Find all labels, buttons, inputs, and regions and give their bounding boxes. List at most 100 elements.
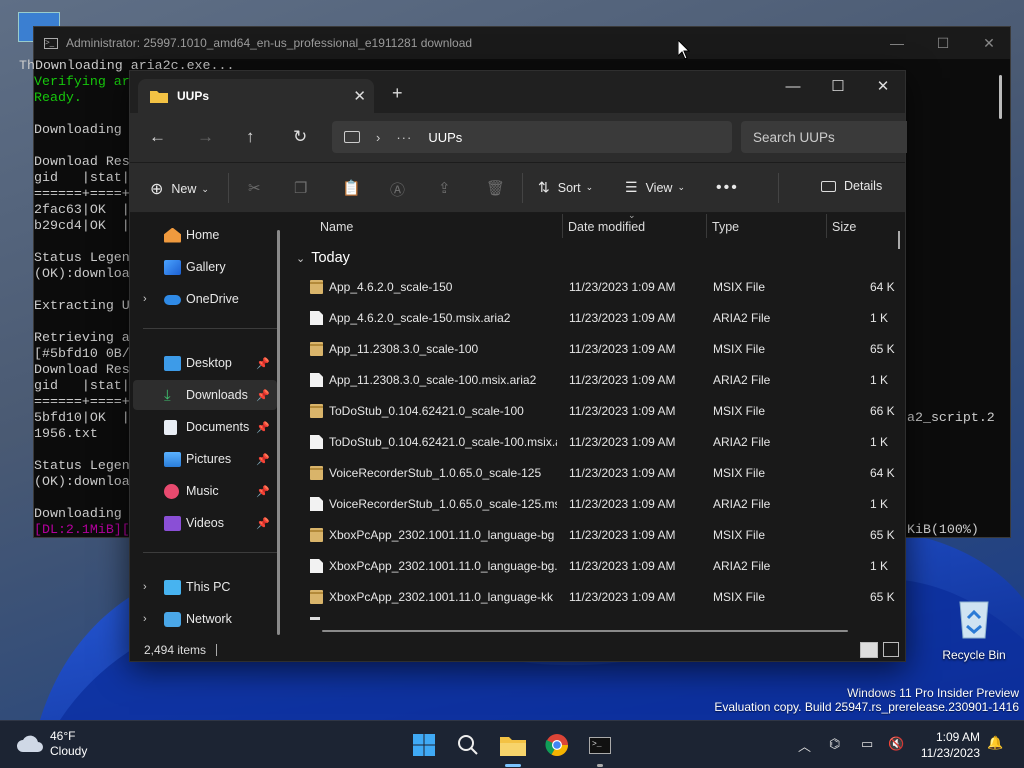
nav-item-documents[interactable]: Documents 📌 [130, 412, 288, 442]
copy-icon[interactable]: ❐ [294, 179, 307, 197]
column-header-date[interactable]: Date modified [568, 220, 645, 234]
column-header-name[interactable]: Name [320, 220, 353, 234]
chevron-right-icon[interactable]: › [143, 293, 147, 305]
file-row[interactable]: VoiceRecorderStub_1.0.65.0_scale-125 11/2… [290, 457, 905, 488]
more-options-icon[interactable]: ••• [716, 179, 739, 197]
delete-icon[interactable]: 🗑 [486, 179, 505, 197]
view-button[interactable]: ☰ View ⌄ [625, 179, 685, 196]
address-bar[interactable]: › ··· UUPs [332, 121, 732, 153]
desktop-folder-icon [164, 355, 181, 371]
volume-muted-icon[interactable]: 🔇 [888, 736, 904, 752]
search-button[interactable] [452, 729, 484, 761]
file-row[interactable]: App_4.6.2.0_scale-150 11/23/2023 1:09 AM M… [290, 271, 905, 302]
up-icon[interactable]: ↑ [246, 127, 255, 147]
terminal-taskbar-button[interactable]: >_ [584, 729, 616, 767]
refresh-icon[interactable]: ↻ [293, 127, 307, 147]
new-button[interactable]: ⊕ New ⌄ [150, 179, 209, 199]
weather-desc: Cloudy [50, 744, 88, 758]
details-button[interactable]: Details [821, 179, 882, 193]
chrome-taskbar-button[interactable] [541, 729, 573, 761]
file-list[interactable]: Name ⌄ Date modified Type Size ⌄ Today A… [290, 210, 905, 637]
navigation-pane[interactable]: Home Gallery › OneDrive Desktop 📌 ⤓ Down… [130, 214, 288, 637]
file-explorer-taskbar-button[interactable] [497, 729, 529, 767]
nav-scrollbar[interactable] [277, 230, 280, 635]
network-off-icon[interactable]: ⌬ [829, 736, 840, 752]
column-header-size[interactable]: Size [832, 220, 856, 234]
breadcrumb-overflow-icon[interactable]: ··· [396, 130, 412, 145]
weather-widget[interactable]: 46°F Cloudy [16, 729, 87, 759]
file-type: MSIX File [713, 342, 766, 356]
file-row[interactable]: App_11.2308.3.0_scale-100.msix.aria2 11/2… [290, 364, 905, 395]
cut-icon[interactable]: ✂ [248, 179, 261, 197]
file-icon [310, 497, 323, 511]
breadcrumb-current[interactable]: UUPs [428, 130, 462, 145]
file-row[interactable]: XboxPcApp_2302.1001.11.0_language-bg 11/2… [290, 519, 905, 550]
horizontal-scrollbar[interactable] [322, 630, 848, 632]
share-icon[interactable]: ⇪ [438, 179, 451, 197]
file-size: 65 K [870, 590, 895, 604]
column-divider[interactable] [706, 214, 707, 238]
terminal-line: Downloading [34, 122, 130, 137]
file-row[interactable]: XboxPcApp_2302.1001.11.0_language-kk 11/2… [290, 581, 905, 612]
nav-item-downloads[interactable]: ⤓ Downloads 📌 [133, 380, 277, 410]
chevron-right-icon[interactable]: › [143, 581, 147, 593]
nav-item-this-pc[interactable]: › This PC [130, 572, 288, 602]
display-icon[interactable]: ▭ [861, 736, 873, 752]
details-view-icon[interactable] [860, 642, 878, 658]
terminal-minimize-button[interactable]: — [874, 27, 920, 59]
new-tab-button[interactable]: + [392, 83, 403, 104]
column-divider[interactable] [826, 214, 827, 238]
command-bar: ⊕ New ⌄ ✂ ❐ 📋 Ⓐ ⇪ 🗑 ⇅ Sort ⌄ ☰ View ⌄ ••… [130, 163, 905, 213]
group-header-today[interactable]: ⌄ Today [296, 250, 350, 266]
file-explorer-window[interactable]: UUPs ✕ + — ☐ ✕ ← → ↑ ↻ › ··· UUPs Search… [129, 70, 907, 662]
paste-icon[interactable]: 📋 [342, 179, 361, 197]
nav-item-gallery[interactable]: Gallery [130, 252, 288, 282]
rename-icon[interactable]: Ⓐ [390, 179, 405, 200]
file-size: 65 K [870, 342, 895, 356]
nav-item-onedrive[interactable]: › OneDrive [130, 284, 288, 314]
file-icon [310, 435, 323, 449]
file-row[interactable]: XboxPcApp_2302.1001.11.0_language-bg....… [290, 550, 905, 581]
column-divider[interactable] [562, 214, 563, 238]
nav-label: Videos [186, 516, 224, 530]
watermark-build: Evaluation copy. Build 25947.rs_prerelea… [714, 700, 1019, 714]
file-size: 66 K [870, 404, 895, 418]
file-row[interactable]: VoiceRecorderStub_1.0.65.0_scale-125.ms.… [290, 488, 905, 519]
breadcrumb-chevron-icon[interactable]: › [376, 130, 380, 145]
terminal-maximize-button[interactable]: ☐ [920, 27, 966, 59]
nav-item-network[interactable]: › Network [130, 604, 288, 634]
close-tab-icon[interactable]: ✕ [353, 87, 366, 105]
file-list-scrollbar[interactable] [898, 231, 900, 249]
terminal-close-button[interactable]: ✕ [966, 27, 1012, 59]
nav-item-music[interactable]: Music 📌 [130, 476, 288, 506]
file-row[interactable]: App_11.2308.3.0_scale-100 11/23/2023 1:09… [290, 333, 905, 364]
file-row[interactable]: ToDoStub_0.104.62421.0_scale-100.msix.a.… [290, 426, 905, 457]
notification-bell-icon[interactable]: 🔔 [987, 735, 1003, 751]
weather-temp: 46°F [50, 729, 76, 743]
sort-button[interactable]: ⇅ Sort ⌄ [538, 179, 593, 196]
nav-item-videos[interactable]: Videos 📌 [130, 508, 288, 538]
nav-item-home[interactable]: Home [130, 220, 288, 250]
explorer-minimize-button[interactable]: — [770, 71, 816, 101]
search-input[interactable]: Search UUPs [741, 121, 907, 153]
tiles-view-icon[interactable] [883, 642, 899, 657]
nav-item-desktop[interactable]: Desktop 📌 [130, 348, 288, 378]
clock[interactable]: 1:09 AM 11/23/2023 [921, 729, 980, 761]
file-row[interactable]: App_4.6.2.0_scale-150.msix.aria2 11/23/20… [290, 302, 905, 333]
nav-item-pictures[interactable]: Pictures 📌 [130, 444, 288, 474]
explorer-tab-strip[interactable]: UUPs ✕ + — ☐ ✕ [130, 71, 905, 113]
forward-icon[interactable]: → [197, 127, 214, 147]
terminal-titlebar[interactable]: >_ Administrator: 25997.1010_amd64_en-us… [34, 27, 1010, 59]
file-row[interactable]: ToDoStub_0.104.62421.0_scale-100 11/23/20… [290, 395, 905, 426]
recycle-bin[interactable]: Recycle Bin [929, 596, 1019, 662]
tab-uups[interactable]: UUPs ✕ [138, 79, 374, 113]
chevron-up-icon[interactable]: ︿ [798, 736, 811, 755]
start-button[interactable] [408, 729, 440, 761]
explorer-maximize-button[interactable]: ☐ [815, 71, 861, 101]
back-icon[interactable]: ← [149, 127, 166, 147]
terminal-scrollbar[interactable] [999, 75, 1002, 119]
chevron-right-icon[interactable]: › [143, 613, 147, 625]
file-type: ARIA2 File [713, 559, 771, 573]
column-header-type[interactable]: Type [712, 220, 739, 234]
explorer-close-button[interactable]: ✕ [860, 71, 906, 101]
